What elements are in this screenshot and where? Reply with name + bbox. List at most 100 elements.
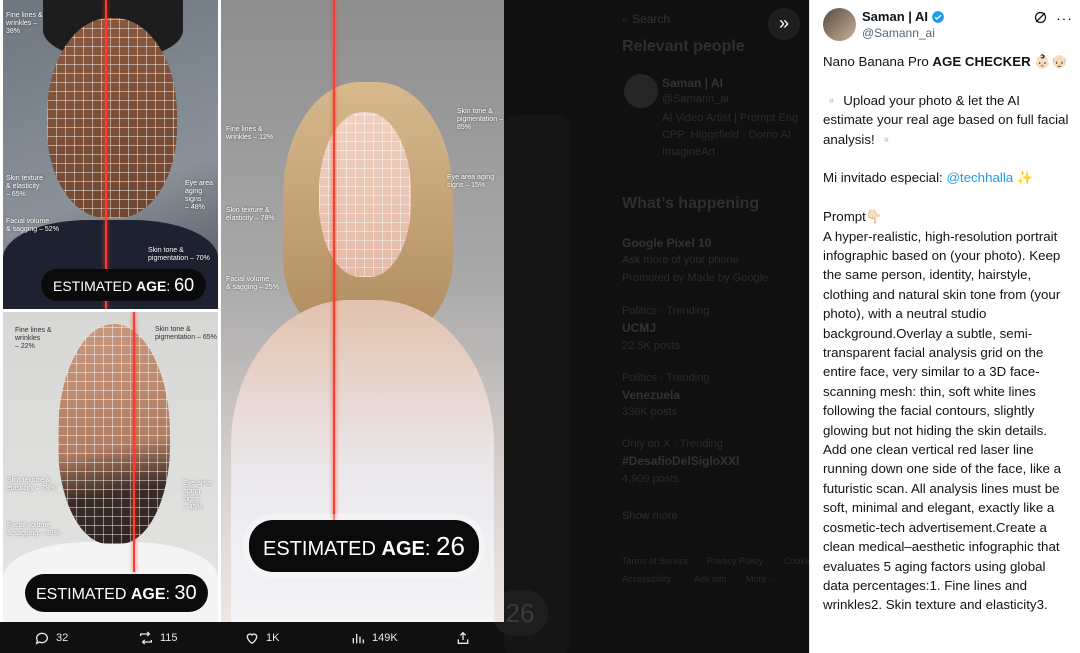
views-icon xyxy=(352,634,364,644)
label-skin-texture: Skin texture & elasticity – 78% xyxy=(7,477,56,492)
tweet-guest-line: Mi invitado especial: @techhalla ✨ xyxy=(823,168,1073,187)
trend-2-meta: Politics · Trending xyxy=(622,305,710,317)
trend-1-extra: Promoted by Made by Google xyxy=(622,272,769,284)
laser-line xyxy=(105,0,107,309)
repost-count: 115 xyxy=(160,632,178,644)
label-eye-area: Eye area aging signs – 15% xyxy=(447,174,495,189)
share-button[interactable] xyxy=(455,630,471,646)
trend-4-title: #DesafioDelSigloXXI xyxy=(622,454,740,468)
trend-4-extra: 4,909 posts xyxy=(622,473,679,485)
views-button[interactable]: 149K xyxy=(350,630,398,646)
bg-rp-bio-1: AI Video Artist | Prompt Eng xyxy=(662,112,798,124)
relevant-people-heading: Relevant people xyxy=(622,38,745,55)
face-mesh xyxy=(47,18,177,218)
trend-2-extra: 22.5K posts xyxy=(622,340,681,352)
bg-avatar xyxy=(624,74,658,108)
title-emoji: 👶🏻👴🏻 xyxy=(1030,54,1068,69)
author-name[interactable]: Saman | AI xyxy=(862,9,945,24)
verified-badge-icon xyxy=(932,10,944,23)
footer-link-2: Privacy Policy xyxy=(707,556,764,566)
prompt-text: A hyper-realistic, high-resolution portr… xyxy=(823,228,1062,613)
estimated-age-pill: ESTIMATED AGE: 30 xyxy=(25,574,208,612)
reply-button[interactable]: 32 xyxy=(34,630,68,646)
views-count: 149K xyxy=(372,632,398,644)
label-facial-volume: Facial volume & sagging – 30% xyxy=(7,522,60,537)
tweet-action-bar: 32 115 1K 149K xyxy=(0,622,504,653)
grok-icon[interactable] xyxy=(1033,10,1048,25)
trend-2-title: UCMJ xyxy=(622,321,657,335)
title-bold: AGE CHECKER xyxy=(932,54,1031,69)
tweet-title: Nano Banana Pro AGE CHECKER 👶🏻👴🏻 xyxy=(823,52,1073,71)
label-skin-tone: Skin tone & pigmentation – 65% xyxy=(155,326,217,341)
search-placeholder: Search xyxy=(632,12,671,26)
mention-link[interactable]: @techhalla xyxy=(946,170,1013,185)
share-icon xyxy=(457,631,469,644)
label-facial-volume: Facial volume & sagging – 52% xyxy=(6,218,59,233)
label-facial-volume: Facial volume & sagging – 25% xyxy=(226,276,279,291)
label-eye-area: Eye area aging signs – 48% xyxy=(185,180,214,211)
chevrons-right-icon: » xyxy=(778,13,789,33)
label-skin-texture: Skin texture & elasticity – 65% xyxy=(6,175,43,198)
estimate-label: ESTIMATED xyxy=(263,538,376,560)
bg-rp-name: Saman | AI xyxy=(662,76,723,90)
estimate-value: 60 xyxy=(174,275,195,295)
estimate-value: 30 xyxy=(174,582,197,604)
heart-icon xyxy=(246,633,258,645)
like-button[interactable]: 1K xyxy=(244,630,279,646)
portrait-panel-1: Fine lines & wrinkles – 38% Skin texture… xyxy=(3,0,218,309)
bg-rp-bio-2: CPP: Higgsfield · Domo AI xyxy=(662,129,791,141)
guest-emoji: ✨ xyxy=(1013,170,1034,186)
reply-icon xyxy=(35,632,48,645)
estimate-key: AGE xyxy=(130,586,166,603)
footer-link-1: Terms of Service xyxy=(622,556,690,566)
reply-count: 32 xyxy=(56,632,69,644)
label-fine-lines: Fine lines & wrinkles – 12% xyxy=(226,126,274,141)
footer-link-5: Ads info xyxy=(694,574,727,584)
author-name-text: Saman | AI xyxy=(862,9,929,24)
label-skin-tone: Skin tone & pigmentation – 70% xyxy=(148,247,210,262)
screen: 26 ⌕ Search Relevant people Saman | AI @… xyxy=(0,0,1080,653)
label-skin-texture: Skin texture & elasticity – 78% xyxy=(226,207,275,222)
background-search: ⌕ Search xyxy=(622,12,671,26)
expand-button[interactable]: » xyxy=(768,8,800,40)
title-prefix: Nano Banana Pro xyxy=(823,54,933,69)
media-image[interactable]: Fine lines & wrinkles – 38% Skin texture… xyxy=(0,0,504,622)
laser-line xyxy=(133,312,135,572)
estimated-age-pill: ESTIMATED AGE: 60 xyxy=(41,269,207,301)
show-more: Show more xyxy=(622,510,678,522)
label-fine-lines: Fine lines & wrinkles – 22% xyxy=(15,327,52,350)
author-handle[interactable]: @Samann_ai xyxy=(862,26,935,40)
footer-link-3: Cookie xyxy=(784,556,813,566)
trend-3-title: Venezuela xyxy=(622,388,681,402)
portrait-panel-2: Fine lines & wrinkles – 22% Skin tone & … xyxy=(3,312,218,622)
whats-happening-heading: What’s happening xyxy=(622,195,760,212)
repost-button[interactable]: 115 xyxy=(138,630,178,646)
prompt-label: Prompt👇🏻 xyxy=(823,209,883,225)
estimated-age-pill: ESTIMATED AGE: 26 xyxy=(249,520,479,572)
more-options-icon[interactable]: ··· xyxy=(1056,10,1073,26)
label-eye-area: Eye area aging signs – 45% xyxy=(183,480,212,511)
background-media-card xyxy=(504,115,570,653)
trend-1-title: Google Pixel 10 xyxy=(622,236,712,250)
estimate-value: 26 xyxy=(436,531,465,561)
avatar[interactable] xyxy=(823,8,856,41)
footer-link-4: Accessibility xyxy=(622,574,672,584)
bg-rp-bio-3: ImagineArt xyxy=(662,146,716,158)
guest-prefix: Mi invitado especial: xyxy=(823,170,947,186)
label-fine-lines: Fine lines & wrinkles – 38% xyxy=(6,12,43,35)
like-count: 1K xyxy=(266,632,280,644)
repost-icon xyxy=(140,631,152,645)
portrait-panel-3: Skin tone & pigmentation – 85% Fine line… xyxy=(221,0,504,622)
bg-rp-handle: @Samann_ai xyxy=(662,93,729,105)
trend-3-extra: 336K posts xyxy=(622,406,678,418)
trend-3-meta: Politics · Trending xyxy=(622,372,710,384)
estimate-key: AGE xyxy=(381,538,425,560)
footer-link-6: More ··· xyxy=(746,574,778,584)
estimate-label: ESTIMATED xyxy=(36,586,127,603)
tweet-paragraph-1: ▫️ Upload your photo & let the AI estima… xyxy=(823,92,1069,147)
face-mesh xyxy=(58,324,170,544)
estimate-key: AGE xyxy=(135,278,167,294)
tweet-panel: Saman | AI @Samann_ai ··· Nano Banana Pr… xyxy=(809,0,1080,653)
laser-line xyxy=(333,0,335,520)
trend-1-meta: Ask more of your phone xyxy=(622,254,739,266)
